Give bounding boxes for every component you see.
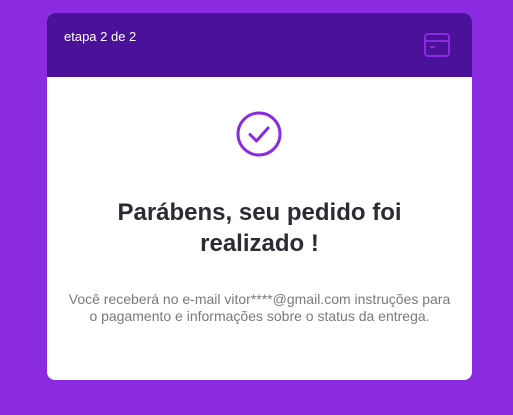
confirmation-message: Você receberá no e-mail vitor****@gmail.… bbox=[68, 291, 451, 324]
step-indicator: etapa 2 de 2 bbox=[64, 29, 137, 44]
order-confirmation-card: etapa 2 de 2 Parábens, seu pedido foi re… bbox=[47, 13, 472, 380]
package-box-icon bbox=[424, 33, 450, 57]
card-header: etapa 2 de 2 bbox=[47, 13, 472, 77]
check-circle-icon bbox=[236, 111, 282, 157]
confirmation-title: Parábens, seu pedido foi realizado ! bbox=[117, 199, 402, 257]
